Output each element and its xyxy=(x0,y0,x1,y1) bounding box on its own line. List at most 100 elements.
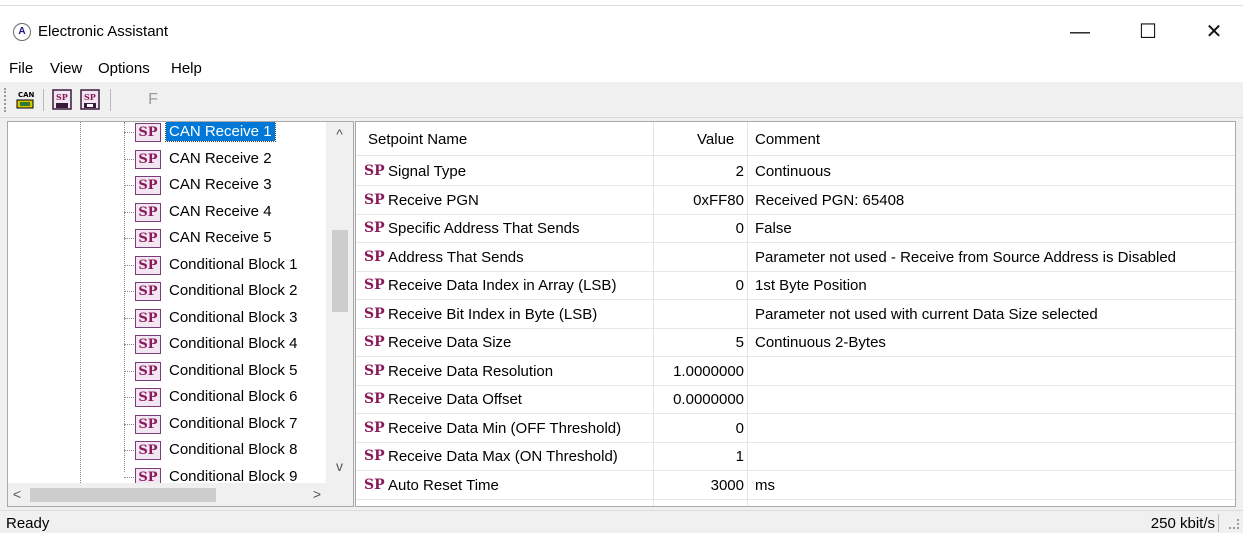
setpoint-icon: SP xyxy=(135,308,161,328)
toolbar-grip[interactable] xyxy=(4,88,7,112)
setpoint-icon: SP xyxy=(135,176,161,195)
setpoint-icon: SP xyxy=(135,361,161,381)
tree-item[interactable]: SP CAN Receive 2 xyxy=(8,146,326,172)
tree-item[interactable]: SP CAN Receive 3 xyxy=(8,172,326,198)
tree-item[interactable]: SP CAN Receive 5 xyxy=(8,225,326,251)
setpoint-icon: SP xyxy=(135,335,161,354)
tree-vertical-scrollbar[interactable]: ^ v xyxy=(326,122,353,483)
scroll-up-icon[interactable]: ^ xyxy=(326,126,353,142)
setpoint-table[interactable]: Setpoint Name Value Comment SP Signal Typ… xyxy=(355,121,1236,507)
setpoint-comment: ms xyxy=(755,476,775,494)
setpoint-comment: False xyxy=(755,220,792,237)
setpoint-name: Address That Sends xyxy=(388,248,524,266)
table-row[interactable]: SP Receive Data Size 5 Continuous 2-Bytes xyxy=(356,329,1235,357)
setpoint-value[interactable]: 0.0000000 xyxy=(673,391,744,408)
tree-item[interactable]: SP Conditional Block 7 xyxy=(8,411,326,437)
resize-grip[interactable] xyxy=(1229,519,1239,529)
flash-icon[interactable]: F xyxy=(140,87,166,113)
scroll-right-icon[interactable]: > xyxy=(308,486,326,502)
table-row[interactable]: SP Receive Data Index in Array (LSB) 0 1st … xyxy=(356,272,1235,300)
setpoint-name: Receive PGN xyxy=(388,191,479,209)
tree-item-label[interactable]: CAN Receive 4 xyxy=(166,202,275,221)
table-row[interactable]: SP Receive Data Offset 0.0000000 xyxy=(356,386,1235,414)
table-row[interactable]: SP Receive Data Resolution 1.0000000 xyxy=(356,358,1235,386)
svg-text:SP: SP xyxy=(56,92,68,102)
tree-horizontal-scrollbar[interactable]: < > xyxy=(8,483,326,506)
setpoint-icon: SP xyxy=(135,202,161,222)
tree-item-label[interactable]: Conditional Block 1 xyxy=(166,255,300,274)
tree-item-label[interactable]: Conditional Block 4 xyxy=(166,334,300,353)
tree-item-label[interactable]: Conditional Block 8 xyxy=(166,440,300,459)
setpoint-icon: SP xyxy=(364,448,385,464)
setpoint-value[interactable]: 0 xyxy=(736,220,744,237)
table-row[interactable]: SP Auto Reset Time 3000 ms xyxy=(356,472,1235,500)
tree-item[interactable]: SP Conditional Block 1 xyxy=(8,252,326,278)
setpoint-tree[interactable]: SP CAN Receive 1 SP CAN Receive 2 SP CAN Rece… xyxy=(7,121,354,507)
svg-text:SP: SP xyxy=(84,92,96,102)
setpoint-value[interactable]: 3000 xyxy=(711,477,744,494)
tree-item-label[interactable]: Conditional Block 5 xyxy=(166,361,300,380)
tree-item[interactable]: SP CAN Receive 1 xyxy=(8,122,326,145)
tree-item-label[interactable]: CAN Receive 2 xyxy=(166,149,275,168)
tree-item[interactable]: SP Conditional Block 3 xyxy=(8,305,326,331)
header-comment[interactable]: Comment xyxy=(755,131,820,148)
setpoint-value[interactable]: 0 xyxy=(736,420,744,437)
setpoint-icon: SP xyxy=(364,191,385,208)
setpoint-value[interactable]: 0 xyxy=(736,277,744,294)
status-separator xyxy=(1218,514,1219,532)
toolbar-separator xyxy=(110,89,111,111)
menu-bar: File View Options Help xyxy=(0,54,1243,82)
minimize-button[interactable]: — xyxy=(1057,12,1103,52)
setpoint-value[interactable]: 2 xyxy=(736,163,744,180)
status-text: Ready xyxy=(6,515,50,532)
tree-item-label[interactable]: Conditional Block 2 xyxy=(166,281,300,300)
window-title: Electronic Assistant xyxy=(38,23,169,40)
table-row[interactable]: SP Receive PGN 0xFF80 Received PGN: 65408 xyxy=(356,187,1235,215)
tree-item-label[interactable]: CAN Receive 1 xyxy=(165,122,276,142)
setpoint-read-icon[interactable]: SP xyxy=(49,87,75,113)
header-setpoint-name[interactable]: Setpoint Name xyxy=(368,131,467,148)
tree-item[interactable]: SP Conditional Block 6 xyxy=(8,384,326,410)
table-row[interactable]: SP Signal Type 2 Continuous xyxy=(356,158,1235,186)
setpoint-icon: SP xyxy=(135,123,161,142)
menu-help[interactable]: Help xyxy=(171,60,202,77)
tree-item[interactable]: SP Conditional Block 8 xyxy=(8,437,326,463)
setpoint-write-icon[interactable]: SP xyxy=(77,87,103,113)
table-row[interactable]: SP Receive Data Max (ON Threshold) 1 xyxy=(356,443,1235,471)
setpoint-value[interactable]: 1 xyxy=(736,448,744,465)
setpoint-value[interactable]: 1.0000000 xyxy=(673,363,744,380)
table-row[interactable]: SP Receive Bit Index in Byte (LSB) Paramet… xyxy=(356,301,1235,329)
can-connect-icon[interactable]: CAN xyxy=(12,87,38,113)
scroll-thumb[interactable] xyxy=(332,230,348,312)
setpoint-comment: 1st Byte Position xyxy=(755,277,867,294)
header-value[interactable]: Value xyxy=(697,131,734,148)
table-header: Setpoint Name Value Comment xyxy=(356,122,1235,156)
setpoint-icon: SP xyxy=(135,255,161,275)
maximize-button[interactable]: ☐ xyxy=(1125,12,1171,52)
menu-options[interactable]: Options xyxy=(98,60,150,77)
table-row[interactable]: SP Receive Data Min (OFF Threshold) 0 xyxy=(356,415,1235,443)
tree-item-label[interactable]: CAN Receive 3 xyxy=(166,175,275,194)
scrollbar-corner xyxy=(326,483,353,506)
setpoint-icon: SP xyxy=(364,476,385,493)
table-row[interactable]: SP Address That Sends Parameter not used -… xyxy=(356,244,1235,272)
scroll-down-icon[interactable]: v xyxy=(326,458,353,474)
setpoint-comment: Received PGN: 65408 xyxy=(755,191,905,209)
tree-item-label[interactable]: Conditional Block 3 xyxy=(166,308,300,327)
tree-item[interactable]: SP Conditional Block 2 xyxy=(8,278,326,304)
scroll-left-icon[interactable]: < xyxy=(8,486,26,502)
tree-item-label[interactable]: Conditional Block 7 xyxy=(166,414,300,433)
setpoint-icon: SP xyxy=(364,419,385,436)
tree-item[interactable]: SP Conditional Block 4 xyxy=(8,331,326,357)
menu-file[interactable]: File xyxy=(9,60,33,77)
setpoint-value[interactable]: 5 xyxy=(736,334,744,351)
tree-item-label[interactable]: Conditional Block 6 xyxy=(166,387,300,406)
close-button[interactable]: ✕ xyxy=(1191,12,1237,52)
tree-item[interactable]: SP CAN Receive 4 xyxy=(8,199,326,225)
tree-item[interactable]: SP Conditional Block 5 xyxy=(8,358,326,384)
tree-item-label[interactable]: CAN Receive 5 xyxy=(166,228,275,247)
setpoint-value[interactable]: 0xFF80 xyxy=(693,192,744,209)
menu-view[interactable]: View xyxy=(50,60,82,77)
scroll-thumb[interactable] xyxy=(30,488,216,502)
table-row[interactable]: SP Specific Address That Sends 0 False xyxy=(356,215,1235,243)
